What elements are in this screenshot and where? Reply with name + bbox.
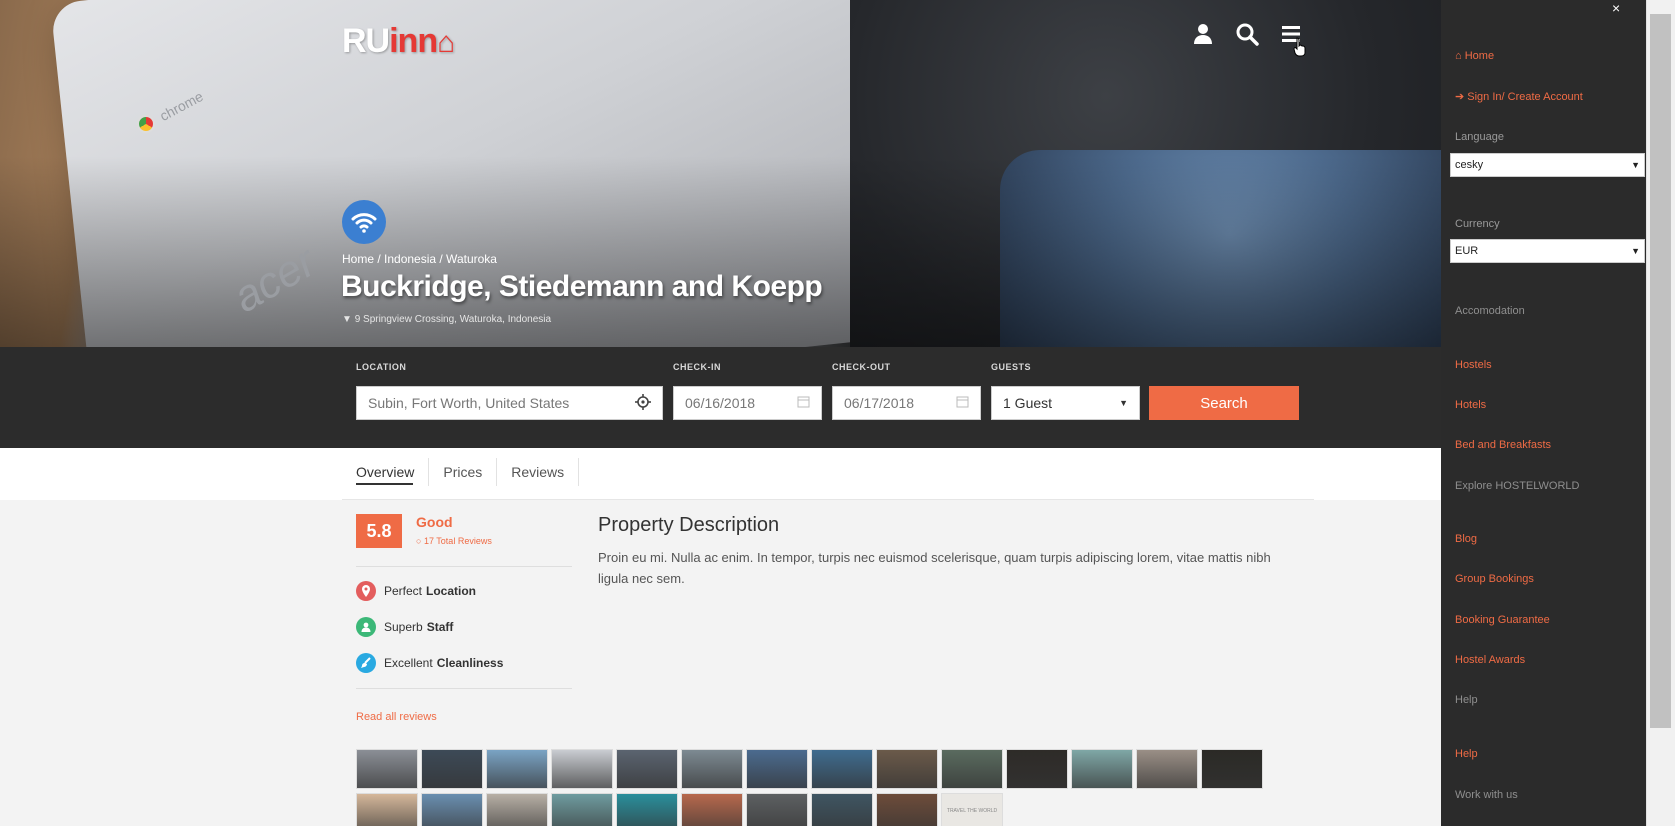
feature-cleanliness: Excellent Cleanliness (356, 653, 503, 673)
photo-gallery: TRAVEL THE WORLD (356, 749, 1266, 826)
gallery-thumbnail[interactable] (486, 749, 548, 789)
chevron-down-icon: ▼ (1631, 160, 1640, 170)
house-icon: ⌂ (437, 26, 455, 59)
calendar-icon (956, 395, 969, 411)
rating-score: 5.8 (356, 514, 402, 548)
side-menu-work-with-us[interactable]: Work with us (1455, 789, 1518, 801)
gallery-thumbnail[interactable] (356, 749, 418, 789)
search-button[interactable]: Search (1149, 386, 1299, 420)
calendar-icon (797, 395, 810, 411)
side-menu-booking-guarantee[interactable]: Booking Guarantee (1455, 614, 1550, 626)
site-logo[interactable]: RUinn⌂ (342, 22, 455, 61)
guests-select[interactable]: 1 Guest ▼ (991, 386, 1140, 420)
wifi-icon (342, 200, 386, 244)
search-bar: LOCATION Subin, Fort Worth, United State… (0, 347, 1441, 448)
total-reviews[interactable]: ○ 17 Total Reviews (416, 536, 492, 546)
home-icon: ⌂ (1455, 50, 1462, 62)
side-menu-signin[interactable]: ➔ Sign In/ Create Account (1455, 90, 1583, 103)
gallery-thumbnail[interactable] (681, 793, 743, 826)
gallery-thumbnail[interactable] (876, 749, 938, 789)
page-title: Buckridge, Stiedemann and Koepp (341, 270, 823, 303)
gallery-thumbnail[interactable] (1136, 749, 1198, 789)
gallery-thumbnail[interactable] (1006, 749, 1068, 789)
gallery-thumbnail[interactable] (421, 793, 483, 826)
brush-icon (356, 653, 376, 673)
gallery-thumbnail[interactable] (616, 793, 678, 826)
crosshair-icon[interactable] (635, 393, 651, 413)
side-menu-bed-and-breakfasts[interactable]: Bed and Breakfasts (1455, 439, 1551, 451)
side-menu-blog[interactable]: Blog (1455, 533, 1477, 545)
gallery-thumbnail[interactable] (616, 749, 678, 789)
gallery-thumbnail[interactable] (486, 793, 548, 826)
close-icon[interactable]: × (1612, 0, 1620, 16)
checkout-label: CHECK-OUT (832, 362, 891, 372)
property-address: ▼ 9 Springview Crossing, Waturoka, Indon… (342, 314, 552, 325)
gallery-thumbnail[interactable] (876, 793, 938, 826)
gallery-thumbnail[interactable] (551, 749, 613, 789)
side-menu-explore-heading: Explore HOSTELWORLD (1455, 480, 1580, 492)
gallery-thumbnail[interactable] (941, 749, 1003, 789)
active-tab-indicator (356, 483, 413, 485)
currency-select[interactable]: EUR ▼ (1450, 239, 1645, 263)
gallery-thumbnail[interactable] (1071, 749, 1133, 789)
map-pin-icon (356, 581, 376, 601)
tab-bar: Overview Prices Reviews (356, 458, 580, 486)
side-menu-group-bookings[interactable]: Group Bookings (1455, 573, 1534, 585)
gallery-thumbnail[interactable] (421, 749, 483, 789)
side-menu-hotels[interactable]: Hotels (1455, 399, 1486, 411)
description-title: Property Description (598, 514, 780, 536)
sign-in-icon: ➔ (1455, 91, 1465, 103)
tab-prices[interactable]: Prices (429, 458, 498, 486)
chevron-down-icon: ▼ (1631, 246, 1640, 256)
feature-location: Perfect Location (356, 581, 476, 601)
comment-icon: ○ (416, 536, 422, 546)
scrollbar-thumb[interactable] (1650, 14, 1671, 728)
read-all-reviews-link[interactable]: Read all reviews (356, 711, 437, 723)
language-select[interactable]: cesky ▼ (1450, 153, 1645, 177)
search-icon[interactable] (1235, 22, 1259, 46)
location-input[interactable]: Subin, Fort Worth, United States (356, 386, 663, 420)
gallery-thumbnail[interactable] (551, 793, 613, 826)
currency-label: Currency (1455, 218, 1500, 230)
side-menu-accommodation-heading: Accomodation (1455, 305, 1525, 317)
guests-label: GUESTS (991, 362, 1032, 372)
side-menu-hostels[interactable]: Hostels (1455, 359, 1492, 371)
side-menu-hostel-awards[interactable]: Hostel Awards (1455, 654, 1525, 666)
location-label: LOCATION (356, 362, 407, 372)
description-text: Proin eu mi. Nulla ac enim. In tempor, t… (598, 550, 1271, 586)
gallery-thumbnail[interactable] (811, 793, 873, 826)
map-pin-icon: ▼ (342, 314, 352, 325)
language-label: Language (1455, 131, 1504, 143)
tab-reviews[interactable]: Reviews (497, 458, 580, 486)
user-circle-icon (356, 617, 376, 637)
gallery-thumbnail[interactable] (746, 749, 808, 789)
gallery-thumbnail[interactable] (746, 793, 808, 826)
gallery-thumbnail[interactable]: TRAVEL THE WORLD (941, 793, 1003, 826)
side-menu-home[interactable]: ⌂ Home (1455, 50, 1494, 62)
gallery-thumbnail[interactable] (356, 793, 418, 826)
chrome-logo-icon (137, 115, 155, 133)
rating-word: Good (416, 514, 453, 530)
checkin-input[interactable]: 06/16/2018 (673, 386, 822, 420)
tab-overview[interactable]: Overview (356, 458, 430, 486)
gallery-thumbnail[interactable] (681, 749, 743, 789)
feature-staff: Superb Staff (356, 617, 453, 637)
checkout-input[interactable]: 06/17/2018 (832, 386, 981, 420)
chevron-down-icon: ▼ (1119, 398, 1128, 408)
side-menu-help[interactable]: Help (1455, 748, 1478, 760)
user-icon[interactable] (1191, 22, 1215, 46)
breadcrumb[interactable]: Home / Indonesia / Waturoka (342, 252, 497, 266)
gallery-thumbnail[interactable] (1201, 749, 1263, 789)
hand-cursor-icon (1293, 37, 1307, 62)
side-menu-help-heading: Help (1455, 694, 1478, 706)
gallery-thumbnail[interactable] (811, 749, 873, 789)
checkin-label: CHECK-IN (673, 362, 721, 372)
